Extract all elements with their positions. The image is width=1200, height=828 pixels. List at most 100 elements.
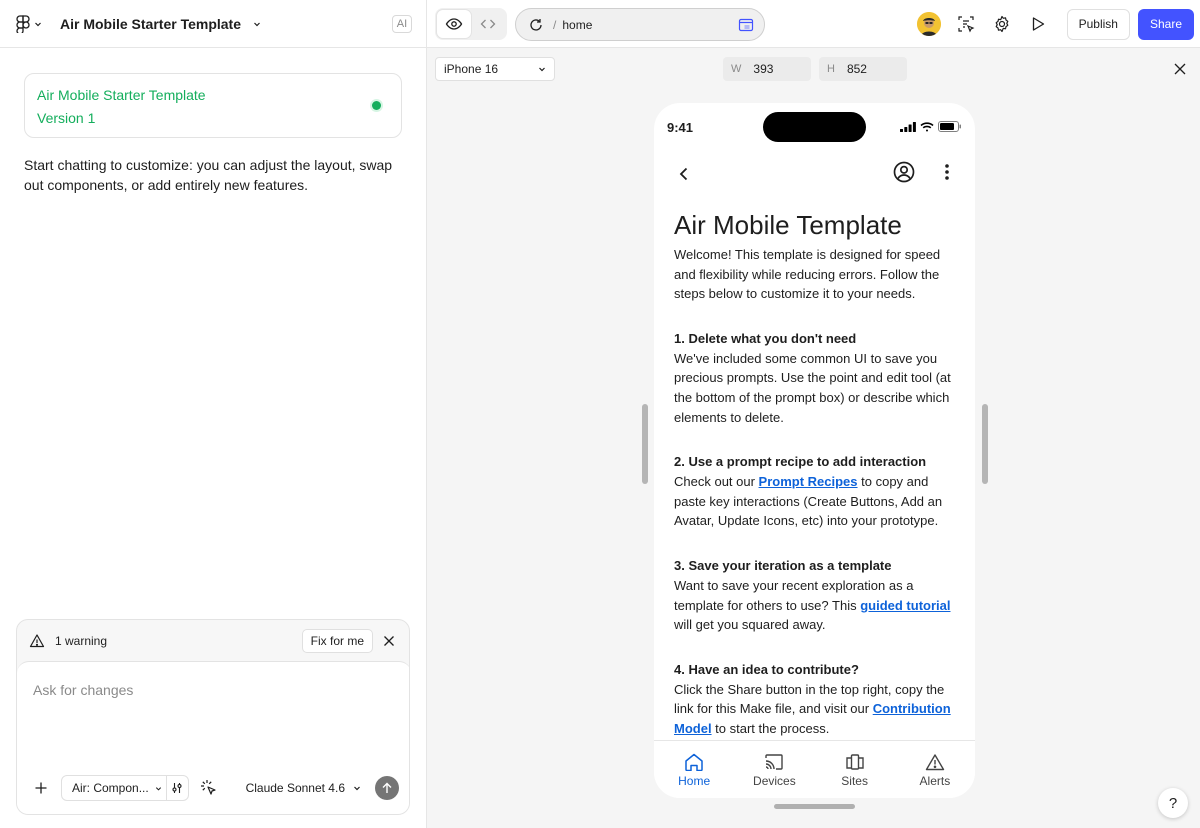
warning-bar: 1 warning Fix for me (17, 620, 409, 661)
share-button[interactable]: Share (1137, 8, 1194, 40)
close-icon (384, 635, 394, 646)
version-card-title: Air Mobile Starter Template (37, 87, 206, 103)
battery-icon (938, 121, 961, 132)
section-heading: 2. Use a prompt recipe to add interactio… (674, 454, 927, 470)
ai-badge[interactable]: AI (392, 14, 412, 33)
chevron-down-icon (254, 22, 260, 26)
inspect-button[interactable] (955, 13, 977, 35)
device-bar: iPhone 16 W 393 H 852 (427, 49, 1200, 89)
width-value: 393 (753, 62, 774, 76)
section-heading: 4. Have an idea to contribute? (674, 661, 859, 677)
device-name: iPhone 16 (444, 62, 499, 76)
code-mode-button[interactable] (471, 10, 505, 38)
avatar[interactable] (916, 12, 941, 36)
section-body: Click the Share button in the top right,… (674, 680, 956, 739)
status-time: 9:41 (667, 120, 694, 135)
url-bar[interactable]: / home (515, 8, 765, 41)
preview-mode-button[interactable] (437, 10, 471, 38)
back-icon[interactable] (674, 164, 694, 184)
component-library-select[interactable]: Air: Compon... (61, 775, 189, 801)
version-label: Version 1 (37, 110, 96, 126)
settings-button[interactable] (991, 13, 1013, 35)
component-chip-label-wrap: Air: Compon... (62, 781, 166, 795)
sliders-icon (172, 783, 182, 793)
resize-handle-right[interactable] (982, 404, 988, 484)
open-in-window-icon[interactable] (738, 17, 754, 33)
fix-for-me-button[interactable]: Fix for me (301, 628, 373, 653)
height-field[interactable]: H 852 (819, 57, 907, 81)
cast-icon (765, 754, 784, 770)
section-prompt-recipe: 2. Use a prompt recipe to add interactio… (674, 452, 956, 531)
account-icon[interactable] (893, 161, 915, 183)
phone-preview: 9:41 Air Mobile Template Welcome! This t… (654, 103, 975, 798)
bottom-tab-bar: Home Devices Sites Alerts (654, 740, 975, 798)
section-heading: 1. Delete what you don't need (674, 330, 857, 346)
tab-devices[interactable]: Devices (734, 741, 814, 798)
section-heading: 3. Save your iteration as a template (674, 557, 892, 573)
plus-icon (35, 782, 47, 794)
point-and-edit-button[interactable] (197, 776, 221, 800)
url-path-text: home (562, 17, 593, 32)
publish-button[interactable]: Publish (1066, 8, 1130, 40)
chevron-down-icon (354, 786, 360, 791)
send-button[interactable] (375, 776, 399, 800)
wifi-icon (920, 121, 934, 131)
preview-toolbar: / home Publish Share (427, 0, 1200, 48)
url-path: / home (553, 18, 592, 32)
close-icon[interactable] (1172, 61, 1188, 77)
point-edit-icon (200, 780, 216, 795)
library-settings-button[interactable] (165, 776, 188, 800)
model-select[interactable]: Claude Sonnet 4.6 (246, 781, 367, 795)
figma-menu[interactable] (16, 14, 42, 33)
section-body-pre: Check out our (674, 474, 759, 490)
dynamic-island (763, 112, 866, 142)
tab-label: Sites (841, 774, 868, 788)
add-attachment-button[interactable] (29, 776, 53, 800)
section-delete: 1. Delete what you don't need We've incl… (674, 329, 956, 427)
path-separator: / (553, 17, 557, 32)
project-title-text: Air Mobile Starter Template (60, 15, 242, 32)
chevron-down-icon (155, 786, 161, 791)
section-body-post: will get you squared away. (674, 617, 826, 633)
gear-icon (995, 15, 1009, 33)
guided-tutorial-link[interactable]: guided tutorial (860, 598, 950, 613)
intro-message: Start chatting to customize: you can adj… (24, 157, 393, 193)
tab-label: Home (678, 774, 711, 788)
inspect-code-icon (958, 16, 975, 33)
status-icons (900, 121, 962, 132)
section-body-post: to start the process. (711, 720, 830, 736)
chevron-down-icon (35, 22, 41, 26)
home-indicator (774, 804, 855, 809)
composer[interactable]: Ask for changes Air: Compon... Claude So… (17, 661, 409, 814)
project-title[interactable]: Air Mobile Starter Template (60, 16, 261, 32)
component-chip-label: Air: Compon... (72, 781, 149, 795)
width-field[interactable]: W 393 (723, 57, 811, 81)
prompt-recipes-link[interactable]: Prompt Recipes (759, 474, 858, 489)
figma-logo-icon (16, 14, 30, 33)
close-warning-button[interactable] (381, 633, 397, 649)
help-button[interactable]: ? (1158, 788, 1188, 818)
left-header: Air Mobile Starter Template AI (0, 0, 426, 48)
view-mode-toggle (435, 8, 507, 40)
tab-sites[interactable]: Sites (815, 741, 895, 798)
reload-icon[interactable] (529, 18, 543, 32)
app-header (654, 159, 975, 189)
status-bar: 9:41 (654, 103, 975, 151)
tab-label: Alerts (919, 774, 951, 788)
more-vertical-icon[interactable] (941, 162, 953, 182)
width-label: W (731, 63, 742, 75)
sites-icon (845, 754, 864, 770)
page-title: Air Mobile Template (674, 210, 902, 240)
tab-alerts[interactable]: Alerts (895, 741, 975, 798)
prompt-input[interactable]: Ask for changes (33, 682, 133, 698)
toolbar-actions: Publish Share (916, 8, 1200, 40)
tab-home[interactable]: Home (654, 741, 734, 798)
signal-icon (900, 121, 916, 132)
device-select[interactable]: iPhone 16 (435, 57, 555, 81)
section-body: We've included some common UI to save yo… (674, 350, 951, 425)
resize-handle-left[interactable] (642, 404, 648, 484)
chevron-down-icon (539, 67, 545, 72)
version-card[interactable]: Air Mobile Starter Template Version 1 (24, 73, 402, 138)
play-button[interactable] (1027, 13, 1049, 35)
section-save-template: 3. Save your iteration as a template Wan… (674, 556, 956, 635)
